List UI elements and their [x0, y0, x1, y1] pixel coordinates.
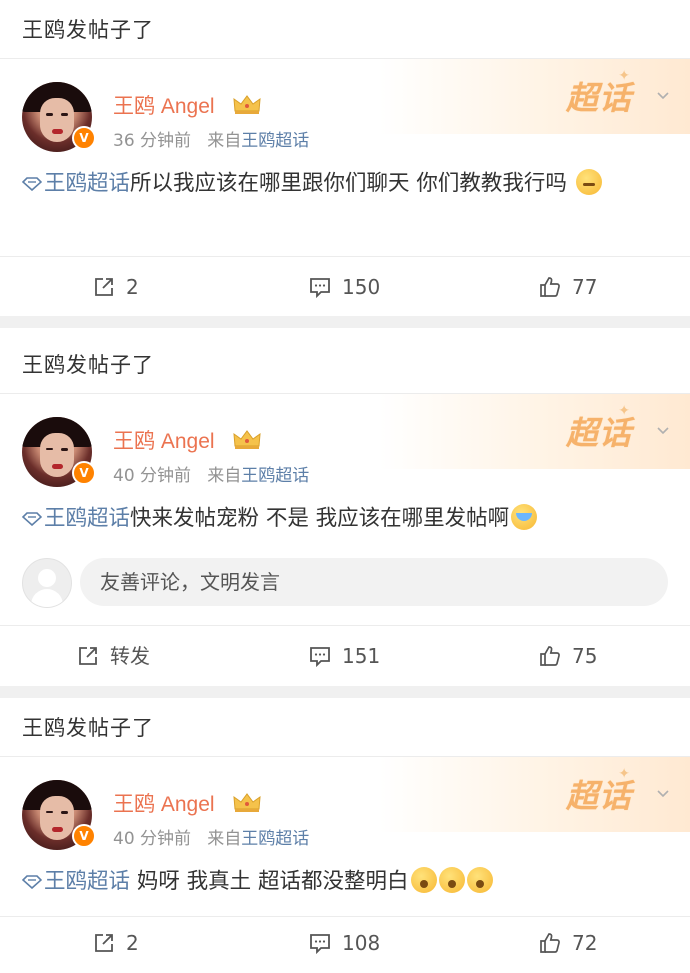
like-count: 77 — [572, 275, 598, 299]
like-count: 75 — [572, 644, 598, 668]
post-meta: 40 分钟前 来自王鸥超话 — [113, 824, 309, 849]
post-meta: 40 分钟前 来自王鸥超话 — [113, 461, 309, 486]
repost-button[interactable]: 转发 — [76, 626, 150, 686]
repost-button[interactable]: 2 — [92, 257, 139, 317]
chevron-down-icon[interactable] — [656, 88, 670, 102]
comment-button[interactable]: 108 — [308, 917, 380, 968]
chevron-down-icon[interactable] — [656, 786, 670, 800]
post-card: 王鸥发帖子了 超话 ✦ V 王鸥 Angel 40 分钟前 来自王鸥超话 王鸥超… — [0, 698, 690, 967]
post-card: 王鸥发帖子了 超话 ✦ V 王鸥 Angel 36 分钟前 来自王鸥超话 王鸥超… — [0, 0, 690, 316]
comment-icon — [310, 647, 330, 668]
verified-v-icon: V — [72, 824, 96, 848]
post-text: 王鸥超话所以我应该在哪里跟你们聊天 你们教教我行吗 — [22, 166, 670, 202]
diamond-topic-icon — [22, 177, 42, 191]
like-count: 72 — [572, 930, 598, 955]
post-text: 王鸥超话 妈呀 我真土 超话都没整明白 — [22, 864, 670, 900]
comment-button[interactable]: 151 — [308, 626, 380, 686]
crown-icon — [233, 430, 261, 449]
thumb-up-icon — [540, 932, 560, 953]
action-bar: 2 150 77 — [0, 256, 690, 317]
diamond-topic-icon — [22, 875, 42, 889]
crown-icon — [233, 793, 261, 812]
topic-link[interactable]: 王鸥超话 — [22, 869, 130, 894]
repost-count: 2 — [126, 275, 139, 299]
sparkle-icon: ✦ — [618, 766, 630, 782]
post-text: 王鸥超话快来发帖宠粉 不是 我应该在哪里发帖啊 — [22, 501, 670, 537]
post-time: 36 分钟前 — [113, 131, 192, 151]
repost-count: 2 — [126, 930, 139, 955]
source-link[interactable]: 王鸥超话 — [241, 829, 309, 849]
username[interactable]: 王鸥 Angel — [113, 90, 215, 120]
verified-v-icon: V — [72, 126, 96, 150]
post-body: 所以我应该在哪里跟你们聊天 你们教教我行吗 — [130, 171, 567, 196]
share-icon — [95, 278, 113, 296]
like-button[interactable]: 72 — [538, 917, 597, 968]
scared-emoji-icon — [438, 867, 465, 893]
share-icon — [79, 647, 97, 665]
source-prefix: 来自 — [207, 466, 242, 486]
action-bar: 转发 151 75 — [0, 625, 690, 686]
post-body: 快来发帖宠粉 不是 我应该在哪里发帖啊 — [130, 506, 510, 531]
post-time: 40 分钟前 — [113, 466, 192, 486]
comment-input[interactable]: 友善评论，文明发言 — [80, 558, 668, 606]
like-button[interactable]: 77 — [538, 257, 597, 317]
share-icon — [95, 933, 113, 952]
post-card: 王鸥发帖子了 超话 ✦ V 王鸥 Angel 40 分钟前 来自王鸥超话 王鸥超… — [0, 335, 690, 686]
card-separator — [0, 316, 690, 328]
username[interactable]: 王鸥 Angel — [113, 425, 215, 455]
comment-button[interactable]: 150 — [308, 257, 380, 317]
sweat-emoji-icon — [575, 169, 602, 195]
action-bar: 2 108 72 — [0, 916, 690, 968]
thumb-up-icon — [540, 277, 560, 297]
repost-label: 转发 — [110, 644, 150, 668]
group-title: 王鸥发帖子了 — [22, 18, 154, 42]
default-avatar — [22, 558, 72, 608]
post-body: 妈呀 我真土 超话都没整明白 — [130, 869, 409, 894]
scared-emoji-icon — [466, 867, 493, 893]
crying-emoji-icon — [511, 504, 538, 530]
diamond-topic-icon — [22, 512, 42, 526]
scared-emoji-icon — [410, 867, 437, 893]
comment-count: 151 — [342, 644, 381, 668]
post-meta: 36 分钟前 来自王鸥超话 — [113, 126, 309, 151]
crown-icon — [233, 95, 261, 114]
card-separator — [0, 686, 690, 698]
topic-link[interactable]: 王鸥超话 — [22, 506, 130, 531]
username[interactable]: 王鸥 Angel — [113, 788, 215, 818]
sparkle-icon: ✦ — [618, 403, 630, 419]
comment-count: 108 — [342, 930, 381, 955]
thumb-up-icon — [540, 646, 560, 666]
comment-count: 150 — [342, 275, 381, 299]
topic-link[interactable]: 王鸥超话 — [22, 171, 130, 196]
sparkle-icon: ✦ — [618, 68, 630, 84]
comment-icon — [310, 933, 330, 954]
verified-v-icon: V — [72, 461, 96, 485]
source-prefix: 来自 — [207, 829, 242, 849]
source-link[interactable]: 王鸥超话 — [241, 466, 309, 486]
repost-button[interactable]: 2 — [92, 917, 139, 968]
source-prefix: 来自 — [207, 131, 242, 151]
chevron-down-icon[interactable] — [656, 423, 670, 437]
source-link[interactable]: 王鸥超话 — [241, 131, 309, 151]
comment-box: 友善评论，文明发言 — [22, 558, 668, 608]
group-title: 王鸥发帖子了 — [22, 716, 154, 740]
comment-icon — [310, 278, 330, 299]
post-time: 40 分钟前 — [113, 829, 192, 849]
like-button[interactable]: 75 — [538, 626, 597, 686]
group-title: 王鸥发帖子了 — [22, 353, 154, 377]
